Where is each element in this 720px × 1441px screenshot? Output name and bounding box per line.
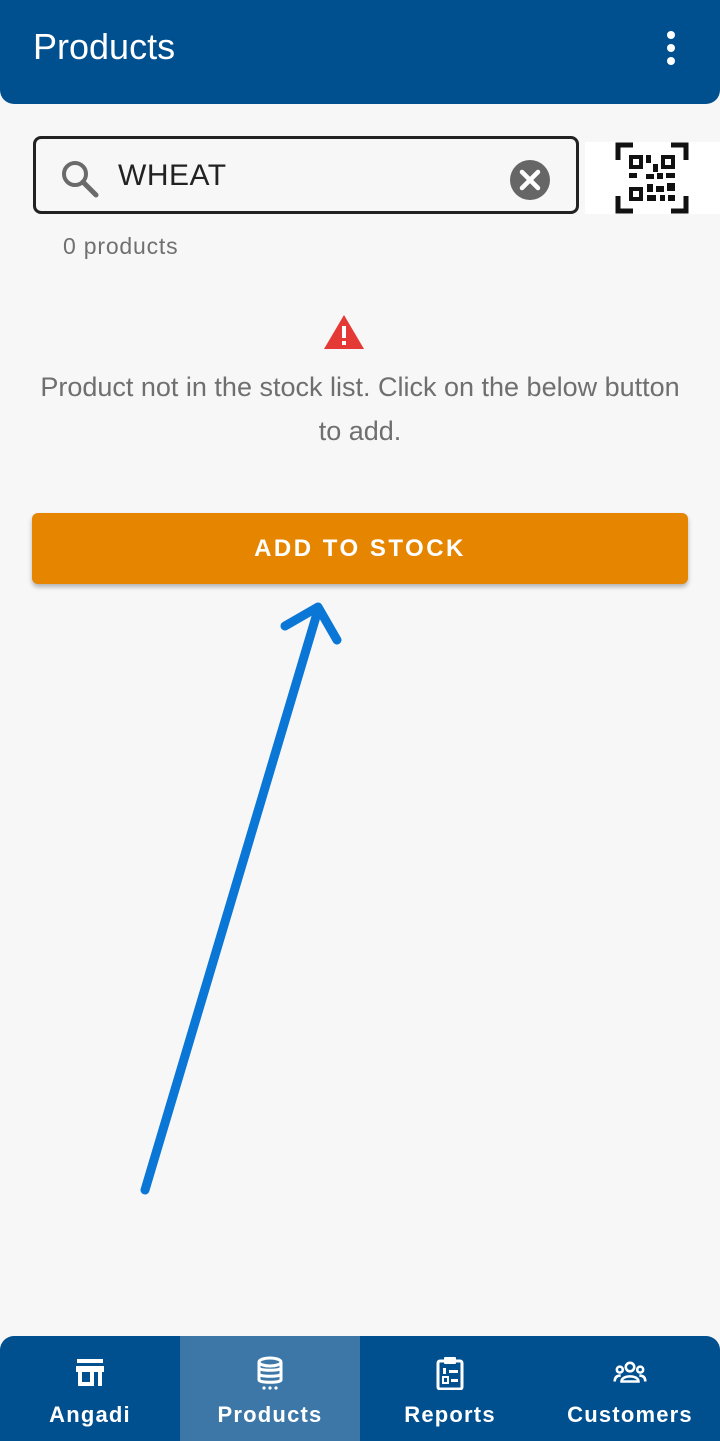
nav-label-angadi: Angadi bbox=[49, 1402, 131, 1427]
app-bar: Products bbox=[0, 0, 720, 104]
nav-item-reports[interactable]: Reports bbox=[360, 1336, 540, 1441]
nav-item-angadi[interactable]: Angadi bbox=[0, 1336, 180, 1441]
product-count: 0 products bbox=[63, 233, 179, 259]
nav-item-products[interactable]: Products bbox=[180, 1336, 360, 1441]
page-title: Products bbox=[33, 26, 176, 67]
qr-scan-button[interactable] bbox=[585, 142, 720, 214]
nav-label-products: Products bbox=[217, 1402, 323, 1427]
search-input[interactable]: WHEAT bbox=[33, 136, 579, 214]
search-value[interactable]: WHEAT bbox=[118, 159, 227, 193]
clipboard-list-icon bbox=[436, 1357, 464, 1390]
group-icon bbox=[613, 1361, 647, 1383]
more-vert-icon[interactable] bbox=[656, 30, 686, 66]
qr-code-scan-icon bbox=[615, 142, 689, 214]
annotation-arrow bbox=[140, 602, 342, 1195]
database-icon bbox=[257, 1356, 283, 1390]
empty-state-message: Product not in the stock list. Click on … bbox=[40, 372, 680, 446]
bottom-navigation: Angadi Products Reports Customers bbox=[0, 1336, 720, 1441]
nav-label-reports: Reports bbox=[404, 1402, 496, 1427]
warning-icon bbox=[324, 315, 364, 349]
clear-icon[interactable] bbox=[509, 159, 551, 201]
nav-item-customers[interactable]: Customers bbox=[540, 1336, 720, 1441]
search-icon bbox=[62, 161, 99, 198]
add-to-stock-button[interactable]: ADD TO STOCK bbox=[32, 513, 688, 584]
nav-label-customers: Customers bbox=[567, 1402, 693, 1427]
store-icon bbox=[76, 1359, 104, 1386]
